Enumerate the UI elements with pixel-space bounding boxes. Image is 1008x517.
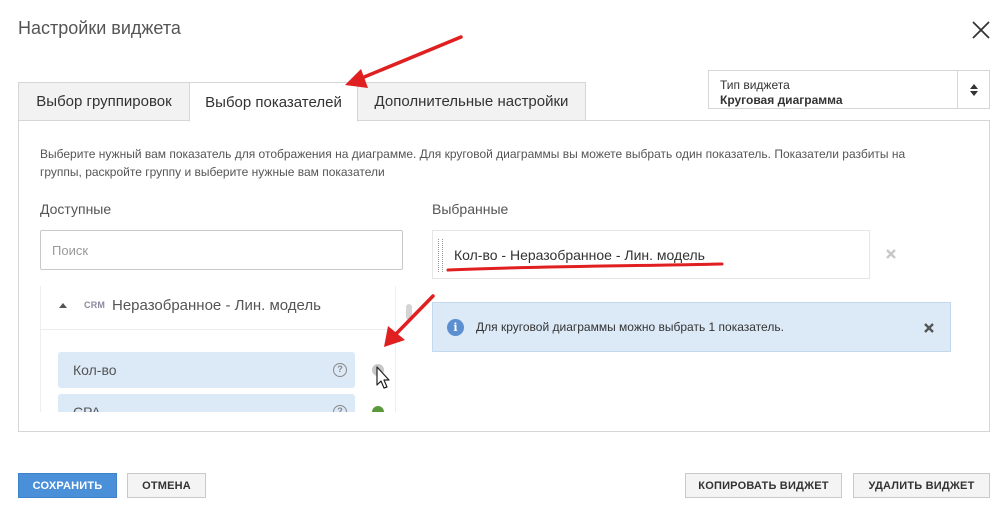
add-metric-icon[interactable] [372, 406, 384, 412]
search-input[interactable] [40, 230, 403, 270]
copy-widget-button[interactable]: КОПИРОВАТЬ ВИДЖЕТ [685, 473, 842, 498]
save-button[interactable]: СОХРАНИТЬ [18, 473, 117, 498]
crm-badge: CRM [84, 300, 106, 310]
group-header[interactable]: CRM Неразобранное - Лин. модель [41, 286, 395, 330]
info-icon: i [447, 319, 464, 336]
close-icon[interactable] [969, 18, 993, 42]
cancel-button[interactable]: ОТМЕНА [127, 473, 206, 498]
delete-widget-button[interactable]: УДАЛИТЬ ВИДЖЕТ [853, 473, 990, 498]
drag-handle-icon[interactable] [438, 239, 443, 272]
metric-name: CPA [73, 404, 101, 412]
selected-label: Выбранные [432, 201, 509, 217]
dialog-title: Настройки виджета [18, 18, 181, 38]
tab-metrics[interactable]: Выбор показателей [189, 82, 358, 122]
group-name: Неразобранное - Лин. модель [112, 297, 321, 314]
info-alert: i Для круговой диаграммы можно выбрать 1… [432, 302, 951, 352]
info-text: Для круговой диаграммы можно выбрать 1 п… [476, 320, 784, 334]
caret-up-icon[interactable] [59, 303, 67, 308]
sort-arrows-icon[interactable] [958, 71, 989, 108]
widget-type-value: Круговая диаграмма [720, 93, 843, 107]
metric-name: Кол-во [73, 362, 117, 378]
annotation-arrow-tab [355, 35, 463, 82]
available-label: Доступные [40, 201, 112, 217]
selected-metric-item[interactable]: Кол-во - Неразобранное - Лин. модель [432, 230, 870, 279]
close-icon[interactable] [923, 322, 935, 334]
list-item-metric[interactable]: Кол-во ? [58, 352, 355, 388]
scrollbar-thumb[interactable] [406, 304, 412, 320]
add-metric-icon[interactable] [372, 364, 384, 376]
panel-description: Выберите нужный вам показатель для отобр… [40, 147, 906, 179]
list-item-metric[interactable]: CPA ? [58, 394, 355, 412]
selected-metric-name: Кол-во - Неразобранное - Лин. модель [454, 247, 705, 263]
available-metrics-list: CRM Неразобранное - Лин. модель Кол-во ?… [40, 286, 396, 412]
tab-additional-settings[interactable]: Дополнительные настройки [357, 82, 586, 121]
tab-groupings[interactable]: Выбор группировок [18, 82, 190, 121]
remove-icon[interactable] [885, 248, 897, 260]
help-icon[interactable]: ? [333, 405, 347, 412]
widget-type-label: Тип виджета [720, 78, 790, 92]
help-icon[interactable]: ? [333, 363, 347, 377]
widget-type-select[interactable]: Тип виджета Круговая диаграмма [708, 70, 990, 109]
